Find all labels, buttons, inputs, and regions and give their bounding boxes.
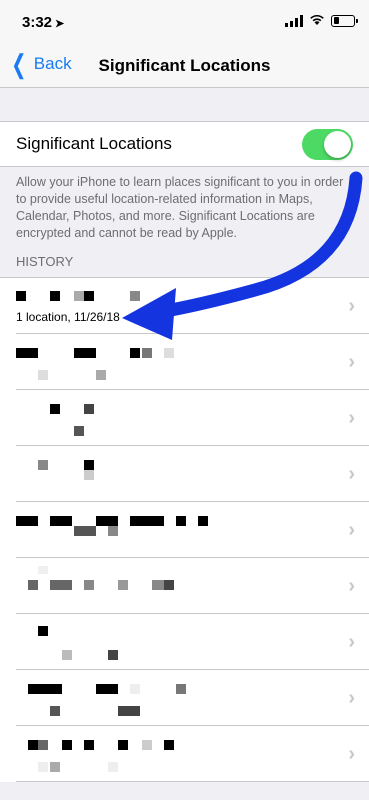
list-item[interactable]: › [0,558,369,614]
chevron-right-icon: › [348,743,355,765]
navigation-bar: ❮ Back Significant Locations [0,44,369,88]
chevron-right-icon: › [348,463,355,485]
wifi-icon [309,14,325,27]
chevron-right-icon: › [348,295,355,317]
significant-locations-toggle[interactable] [302,128,353,160]
chevron-left-icon: ❮ [11,49,27,79]
history-list: 1 location, 11/26/18 › › › › › › › › › [0,277,369,782]
history-header: HISTORY [16,254,74,269]
status-bar: 3:32 ➤ [0,0,369,44]
chevron-right-icon: › [348,519,355,541]
list-item[interactable]: › [0,502,369,558]
chevron-right-icon: › [348,351,355,373]
back-label: Back [33,54,72,73]
list-item[interactable]: › [0,614,369,670]
list-item[interactable]: 1 location, 11/26/18 › [0,278,369,334]
list-item[interactable]: › [0,726,369,782]
time-text: 3:32 [22,14,53,31]
chevron-right-icon: › [348,575,355,597]
back-button[interactable]: ❮ Back [8,49,72,79]
setting-label: Significant Locations [16,134,172,153]
battery-fill [333,17,340,24]
status-indicators [285,14,358,27]
battery-icon [331,14,358,27]
chevron-right-icon: › [348,687,355,709]
chevron-right-icon: › [348,407,355,429]
list-item[interactable]: › [0,670,369,726]
list-item[interactable]: › [0,334,369,390]
history-item-subtitle: 1 location, 11/26/18 [16,310,120,324]
location-arrow-icon: ➤ [55,18,65,30]
list-item[interactable]: › [0,390,369,446]
significant-locations-row: Significant Locations [0,121,369,167]
chevron-right-icon: › [348,631,355,653]
page-title: Significant Locations [98,55,271,75]
list-item[interactable]: › [0,446,369,502]
toggle-knob [324,130,351,158]
setting-description: Allow your iPhone to learn places signif… [16,175,344,240]
status-time: 3:32 ➤ [22,14,64,31]
cellular-signal-icon [285,14,303,27]
